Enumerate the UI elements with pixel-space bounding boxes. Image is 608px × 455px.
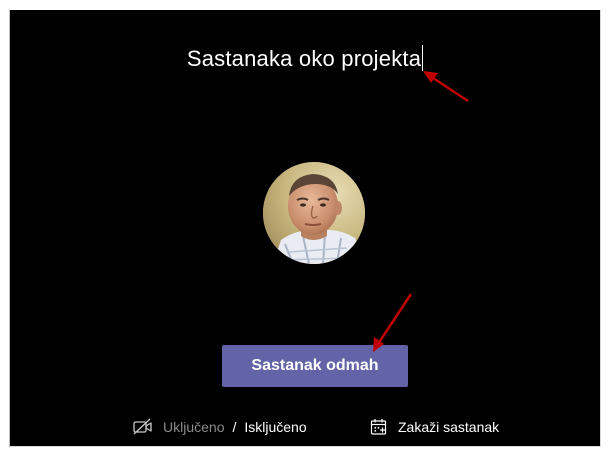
meeting-title-area: Sastanaka oko projekta bbox=[10, 44, 600, 74]
calendar-add-icon bbox=[370, 418, 388, 436]
avatar bbox=[263, 162, 365, 264]
profile-photo bbox=[263, 162, 365, 264]
video-off-icon[interactable] bbox=[132, 418, 154, 436]
toggle-separator: / bbox=[232, 419, 237, 435]
text-caret bbox=[422, 45, 424, 71]
annotation-arrow-title bbox=[423, 71, 469, 103]
video-toggle: Uključeno / Isključeno bbox=[132, 415, 307, 439]
meeting-title-input[interactable]: Sastanaka oko projekta bbox=[185, 44, 425, 74]
footer-bar: Uključeno / Isključeno Zakaži sastanak bbox=[10, 415, 600, 439]
meet-now-button[interactable]: Sastanak odmah bbox=[222, 345, 408, 387]
video-on-option[interactable]: Uključeno bbox=[163, 419, 224, 435]
schedule-meeting-link[interactable]: Zakaži sastanak bbox=[370, 415, 499, 439]
video-off-option[interactable]: Isključeno bbox=[244, 419, 306, 435]
schedule-meeting-label: Zakaži sastanak bbox=[398, 419, 500, 435]
annotation-arrow-button bbox=[373, 293, 413, 352]
meet-now-panel: Sastanaka oko projekta Sastanak odmah Uk… bbox=[9, 10, 601, 447]
meeting-title-text: Sastanaka oko projekta bbox=[186, 46, 422, 71]
